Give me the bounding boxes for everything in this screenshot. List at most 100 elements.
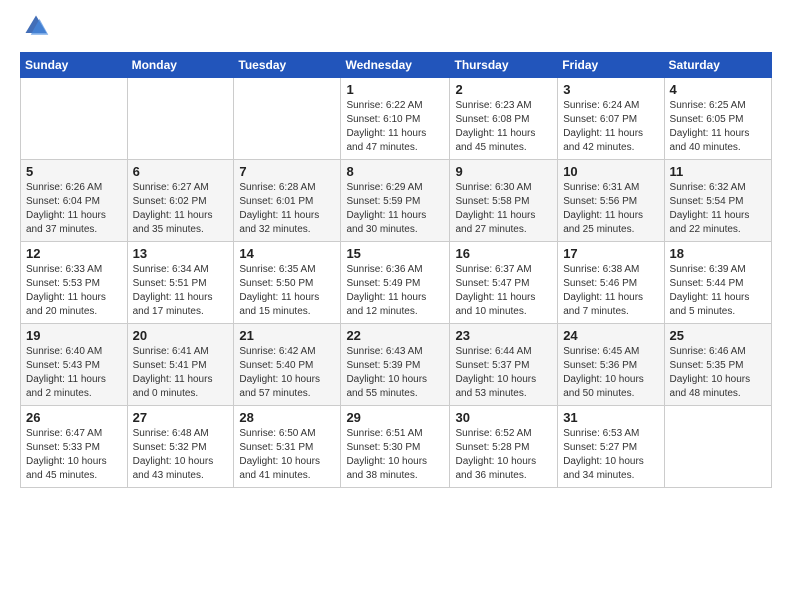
calendar-cell: 9 Sunrise: 6:30 AM Sunset: 5:58 PM Daylig… — [450, 160, 558, 242]
day-number: 16 — [455, 246, 552, 261]
day-info: Sunrise: 6:26 AM Sunset: 6:04 PM Dayligh… — [26, 181, 122, 237]
weekday-header-friday: Friday — [558, 53, 664, 78]
day-number: 4 — [670, 82, 766, 97]
weekday-header-wednesday: Wednesday — [341, 53, 450, 78]
day-number: 26 — [26, 410, 122, 425]
calendar-cell: 22Sunrise: 6:43 AM Sunset: 5:39 PM Dayli… — [341, 324, 450, 406]
calendar-cell: 5 Sunrise: 6:26 AM Sunset: 6:04 PM Daylig… — [21, 160, 128, 242]
calendar-table: SundayMondayTuesdayWednesdayThursdayFrid… — [20, 52, 772, 488]
day-number: 12 — [26, 246, 122, 261]
day-number: 3 — [563, 82, 658, 97]
calendar-cell — [234, 78, 341, 160]
calendar-cell — [127, 78, 234, 160]
week-row-3: 12Sunrise: 6:33 AM Sunset: 5:53 PM Dayli… — [21, 242, 772, 324]
day-info: Sunrise: 6:29 AM Sunset: 5:59 PM Dayligh… — [346, 181, 444, 237]
calendar-cell: 16 Sunrise: 6:37 AM Sunset: 5:47 PM Dayli… — [450, 242, 558, 324]
page: SundayMondayTuesdayWednesdayThursdayFrid… — [0, 0, 792, 504]
week-row-1: 1 Sunrise: 6:22 AM Sunset: 6:10 PM Daylig… — [21, 78, 772, 160]
day-info: Sunrise: 6:34 AM Sunset: 5:51 PM Dayligh… — [133, 263, 229, 319]
day-number: 6 — [133, 164, 229, 179]
calendar-cell: 15 Sunrise: 6:36 AM Sunset: 5:49 PM Dayli… — [341, 242, 450, 324]
day-info: Sunrise: 6:27 AM Sunset: 6:02 PM Dayligh… — [133, 181, 229, 237]
day-info: Sunrise: 6:25 AM Sunset: 6:05 PM Dayligh… — [670, 99, 766, 155]
calendar-cell: 27 Sunrise: 6:48 AM Sunset: 5:32 PM Dayli… — [127, 406, 234, 488]
calendar-cell: 21 Sunrise: 6:42 AM Sunset: 5:40 PM Dayli… — [234, 324, 341, 406]
day-info: Sunrise: 6:40 AM Sunset: 5:43 PM Dayligh… — [26, 345, 122, 401]
day-info: Sunrise: 6:48 AM Sunset: 5:32 PM Dayligh… — [133, 427, 229, 483]
day-info: Sunrise: 6:32 AM Sunset: 5:54 PM Dayligh… — [670, 181, 766, 237]
day-info: Sunrise: 6:43 AM Sunset: 5:39 PM Dayligh… — [346, 345, 444, 401]
day-number: 2 — [455, 82, 552, 97]
day-number: 13 — [133, 246, 229, 261]
calendar-cell: 26 Sunrise: 6:47 AM Sunset: 5:33 PM Dayli… — [21, 406, 128, 488]
weekday-header-sunday: Sunday — [21, 53, 128, 78]
day-number: 17 — [563, 246, 658, 261]
day-info: Sunrise: 6:50 AM Sunset: 5:31 PM Dayligh… — [239, 427, 335, 483]
calendar-cell: 6 Sunrise: 6:27 AM Sunset: 6:02 PM Daylig… — [127, 160, 234, 242]
calendar-cell — [21, 78, 128, 160]
logo — [20, 16, 50, 40]
calendar-cell: 1 Sunrise: 6:22 AM Sunset: 6:10 PM Daylig… — [341, 78, 450, 160]
calendar-cell: 12Sunrise: 6:33 AM Sunset: 5:53 PM Dayli… — [21, 242, 128, 324]
day-number: 1 — [346, 82, 444, 97]
day-info: Sunrise: 6:22 AM Sunset: 6:10 PM Dayligh… — [346, 99, 444, 155]
calendar-cell: 20 Sunrise: 6:41 AM Sunset: 5:41 PM Dayli… — [127, 324, 234, 406]
day-info: Sunrise: 6:37 AM Sunset: 5:47 PM Dayligh… — [455, 263, 552, 319]
day-info: Sunrise: 6:39 AM Sunset: 5:44 PM Dayligh… — [670, 263, 766, 319]
day-info: Sunrise: 6:36 AM Sunset: 5:49 PM Dayligh… — [346, 263, 444, 319]
day-number: 14 — [239, 246, 335, 261]
logo-icon — [22, 12, 50, 40]
day-number: 31 — [563, 410, 658, 425]
day-number: 11 — [670, 164, 766, 179]
week-row-5: 26 Sunrise: 6:47 AM Sunset: 5:33 PM Dayli… — [21, 406, 772, 488]
day-number: 19 — [26, 328, 122, 343]
calendar-cell: 23 Sunrise: 6:44 AM Sunset: 5:37 PM Dayli… — [450, 324, 558, 406]
day-info: Sunrise: 6:53 AM Sunset: 5:27 PM Dayligh… — [563, 427, 658, 483]
day-number: 28 — [239, 410, 335, 425]
day-info: Sunrise: 6:52 AM Sunset: 5:28 PM Dayligh… — [455, 427, 552, 483]
calendar-cell: 24 Sunrise: 6:45 AM Sunset: 5:36 PM Dayli… — [558, 324, 664, 406]
calendar-cell: 14Sunrise: 6:35 AM Sunset: 5:50 PM Dayli… — [234, 242, 341, 324]
day-number: 29 — [346, 410, 444, 425]
calendar-cell: 4 Sunrise: 6:25 AM Sunset: 6:05 PM Daylig… — [664, 78, 771, 160]
day-info: Sunrise: 6:45 AM Sunset: 5:36 PM Dayligh… — [563, 345, 658, 401]
calendar-cell: 25Sunrise: 6:46 AM Sunset: 5:35 PM Dayli… — [664, 324, 771, 406]
day-number: 18 — [670, 246, 766, 261]
day-number: 10 — [563, 164, 658, 179]
calendar-cell: 8Sunrise: 6:29 AM Sunset: 5:59 PM Daylig… — [341, 160, 450, 242]
day-number: 15 — [346, 246, 444, 261]
calendar-cell: 29Sunrise: 6:51 AM Sunset: 5:30 PM Dayli… — [341, 406, 450, 488]
day-info: Sunrise: 6:42 AM Sunset: 5:40 PM Dayligh… — [239, 345, 335, 401]
day-number: 27 — [133, 410, 229, 425]
day-info: Sunrise: 6:30 AM Sunset: 5:58 PM Dayligh… — [455, 181, 552, 237]
day-info: Sunrise: 6:47 AM Sunset: 5:33 PM Dayligh… — [26, 427, 122, 483]
calendar-cell: 2 Sunrise: 6:23 AM Sunset: 6:08 PM Daylig… — [450, 78, 558, 160]
day-info: Sunrise: 6:41 AM Sunset: 5:41 PM Dayligh… — [133, 345, 229, 401]
calendar-cell: 18 Sunrise: 6:39 AM Sunset: 5:44 PM Dayli… — [664, 242, 771, 324]
day-info: Sunrise: 6:28 AM Sunset: 6:01 PM Dayligh… — [239, 181, 335, 237]
day-number: 20 — [133, 328, 229, 343]
calendar-cell: 28 Sunrise: 6:50 AM Sunset: 5:31 PM Dayli… — [234, 406, 341, 488]
calendar-cell: 7 Sunrise: 6:28 AM Sunset: 6:01 PM Daylig… — [234, 160, 341, 242]
calendar-cell: 3Sunrise: 6:24 AM Sunset: 6:07 PM Daylig… — [558, 78, 664, 160]
day-number: 24 — [563, 328, 658, 343]
calendar-cell: 13 Sunrise: 6:34 AM Sunset: 5:51 PM Dayli… — [127, 242, 234, 324]
day-number: 25 — [670, 328, 766, 343]
day-number: 21 — [239, 328, 335, 343]
calendar-cell: 19 Sunrise: 6:40 AM Sunset: 5:43 PM Dayli… — [21, 324, 128, 406]
day-info: Sunrise: 6:23 AM Sunset: 6:08 PM Dayligh… — [455, 99, 552, 155]
calendar-cell: 10 Sunrise: 6:31 AM Sunset: 5:56 PM Dayli… — [558, 160, 664, 242]
day-number: 23 — [455, 328, 552, 343]
week-row-4: 19 Sunrise: 6:40 AM Sunset: 5:43 PM Dayli… — [21, 324, 772, 406]
header — [20, 16, 772, 40]
day-number: 9 — [455, 164, 552, 179]
day-info: Sunrise: 6:38 AM Sunset: 5:46 PM Dayligh… — [563, 263, 658, 319]
calendar-cell: 17 Sunrise: 6:38 AM Sunset: 5:46 PM Dayli… — [558, 242, 664, 324]
weekday-header-saturday: Saturday — [664, 53, 771, 78]
day-number: 7 — [239, 164, 335, 179]
week-row-2: 5 Sunrise: 6:26 AM Sunset: 6:04 PM Daylig… — [21, 160, 772, 242]
calendar-cell: 11 Sunrise: 6:32 AM Sunset: 5:54 PM Dayli… — [664, 160, 771, 242]
day-number: 5 — [26, 164, 122, 179]
day-info: Sunrise: 6:44 AM Sunset: 5:37 PM Dayligh… — [455, 345, 552, 401]
day-info: Sunrise: 6:31 AM Sunset: 5:56 PM Dayligh… — [563, 181, 658, 237]
